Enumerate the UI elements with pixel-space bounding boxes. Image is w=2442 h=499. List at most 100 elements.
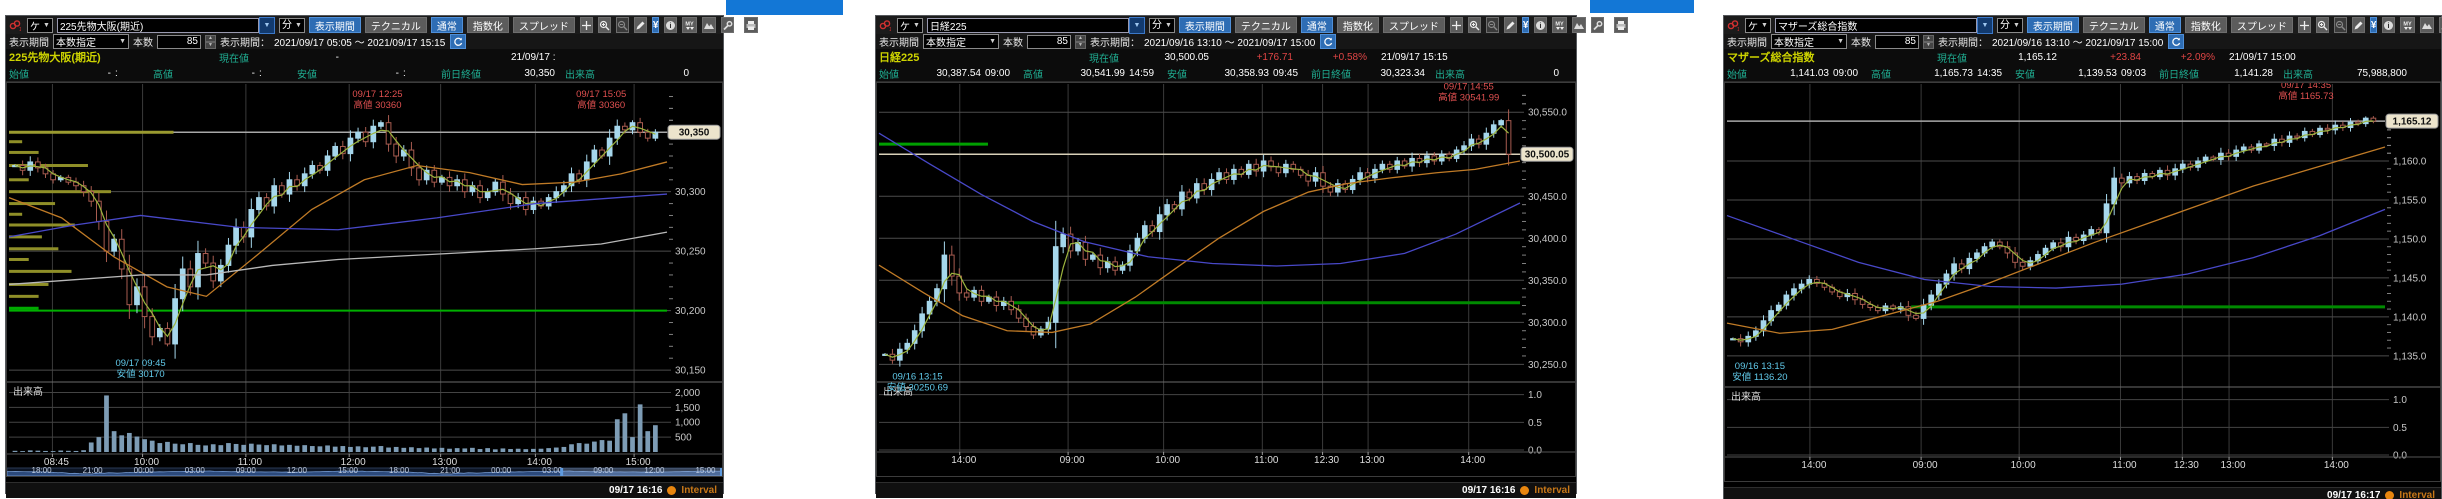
chart-window-2[interactable]: 1 マーケット▼ マザーズ総合指数 ▼ 5分足▼ 表示期間 テクニカル 通常 指… [1723, 15, 2442, 499]
low-value: 1,139.53 [2039, 68, 2117, 79]
volume-value: 0 [599, 68, 689, 79]
step-up-icon[interactable]: ▲ [205, 35, 216, 42]
chart-canvas[interactable]: 30,15030,20030,25030,30030,3505001,0001,… [6, 82, 723, 477]
count-input[interactable]: 85 [1027, 35, 1071, 49]
wrench-icon[interactable] [721, 17, 734, 33]
chart-area[interactable]: 1,135.01,140.01,145.01,150.01,155.01,160… [1724, 82, 2441, 487]
symbol-dropdown-button[interactable]: ▼ [1129, 17, 1145, 34]
background-window-fragment[interactable] [726, 0, 843, 15]
market-select[interactable]: マーケット▼ [27, 18, 53, 33]
yen-display-icon[interactable]: ¥ [652, 17, 660, 33]
spread-mode-button[interactable]: スプレッド [513, 17, 575, 33]
yen-display-icon[interactable]: ¥ [1522, 17, 1530, 33]
symbol-select[interactable]: マザーズ総合指数 [1775, 18, 1977, 33]
crosshair-icon[interactable] [2298, 17, 2311, 33]
normal-mode-button[interactable]: 通常 [2149, 17, 2181, 33]
indexed-mode-button[interactable]: 指数化 [467, 17, 509, 33]
normal-mode-button[interactable]: 通常 [1301, 17, 1333, 33]
chart-window-1[interactable]: 1 マーケット▼ 日経225 ▼ 5分足▼ 表示期間 テクニカル 通常 指数化 … [875, 15, 1577, 494]
technical-button[interactable]: テクニカル [2083, 17, 2145, 33]
interval-select[interactable]: 5分足▼ [1149, 18, 1175, 33]
symbol-dropdown-button[interactable]: ▼ [259, 17, 275, 34]
technical-button[interactable]: テクニカル [365, 17, 427, 33]
crosshair-icon[interactable] [1450, 17, 1463, 33]
period-label: 表示期間： [1938, 34, 1988, 49]
normal-mode-button[interactable]: 通常 [431, 17, 463, 33]
crosshair-icon[interactable] [580, 17, 593, 33]
reload-period-icon[interactable] [450, 34, 466, 49]
chart-window-0[interactable]: 1 マーケット▼ 225先物大阪(期近) ▼ 5分足▼ 表示期間 テクニカル 通… [5, 15, 724, 494]
step-up-icon[interactable]: ▲ [1075, 35, 1086, 42]
chart-canvas[interactable]: 30,250.030,300.030,350.030,400.030,450.0… [876, 82, 1576, 477]
draw-pencil-icon[interactable] [634, 17, 647, 33]
step-up-icon[interactable]: ▲ [1923, 35, 1934, 42]
display-period-button[interactable]: 表示期間 [1179, 17, 1231, 33]
chart-image-icon[interactable] [2420, 17, 2434, 33]
link-group-icon[interactable]: 1 [9, 19, 21, 31]
reload-period-icon[interactable] [2168, 34, 2184, 49]
technical-button[interactable]: テクニカル [1235, 17, 1297, 33]
count-input[interactable]: 85 [1875, 35, 1919, 49]
step-down-icon[interactable]: ▼ [1923, 42, 1934, 49]
period-value: 2021/09/16 13:10 ～ 2021/09/17 15:00 [1144, 34, 1315, 49]
print-icon[interactable] [744, 17, 758, 33]
reload-period-icon[interactable] [1320, 34, 1336, 49]
indexed-mode-button[interactable]: 指数化 [2185, 17, 2227, 33]
link-group-icon[interactable]: 1 [1727, 19, 1739, 31]
svg-text:10:00: 10:00 [1155, 455, 1180, 466]
interval-select[interactable]: 5分足▼ [1997, 18, 2023, 33]
zoom-out-icon[interactable] [2334, 17, 2347, 33]
info-icon[interactable]: i [2382, 17, 2395, 33]
info-icon[interactable]: i [1534, 17, 1547, 33]
count-stepper[interactable]: ▲▼ [205, 35, 216, 49]
draw-pencil-icon[interactable] [2352, 17, 2365, 33]
display-period-button[interactable]: 表示期間 [309, 17, 361, 33]
link-group-icon[interactable]: 1 [879, 19, 891, 31]
wrench-icon[interactable] [1591, 17, 1604, 33]
market-select[interactable]: マーケット▼ [897, 18, 923, 33]
volume-label: 出来高 [565, 66, 595, 81]
draw-pencil-icon[interactable] [1504, 17, 1517, 33]
step-down-icon[interactable]: ▼ [205, 42, 216, 49]
zoom-in-icon[interactable] [2316, 17, 2329, 33]
current-price-value: 1,165.12 [1971, 52, 2057, 63]
print-icon[interactable] [1614, 17, 1628, 33]
count-mode-select[interactable]: 本数指定▼ [1771, 34, 1847, 49]
chart-image-icon[interactable] [1572, 17, 1586, 33]
navigator-handle-left[interactable] [560, 468, 563, 476]
yen-display-icon[interactable]: ¥ [2370, 17, 2378, 33]
my-settings-icon[interactable]: MY [1552, 17, 1567, 33]
svg-text:30,350: 30,350 [679, 128, 710, 139]
zoom-out-icon[interactable] [1486, 17, 1499, 33]
zoom-in-icon[interactable] [598, 17, 611, 33]
chart-canvas[interactable]: 1,135.01,140.01,145.01,150.01,155.01,160… [1724, 82, 2441, 482]
market-select[interactable]: マーケット▼ [1745, 18, 1771, 33]
count-stepper[interactable]: ▲▼ [1923, 35, 1934, 49]
chart-toolbar: 1 マーケット▼ 225先物大阪(期近) ▼ 5分足▼ 表示期間 テクニカル 通… [6, 16, 723, 34]
chart-area[interactable]: 30,250.030,300.030,350.030,400.030,450.0… [876, 82, 1576, 482]
symbol-select[interactable]: 日経225 [927, 18, 1129, 33]
chart-area[interactable]: 30,15030,20030,25030,30030,3505001,0001,… [6, 82, 723, 482]
step-down-icon[interactable]: ▼ [1075, 42, 1086, 49]
indexed-mode-button[interactable]: 指数化 [1337, 17, 1379, 33]
interval-indicator-icon [2385, 491, 2394, 499]
symbol-select[interactable]: 225先物大阪(期近) [57, 18, 259, 33]
display-period-button[interactable]: 表示期間 [2027, 17, 2079, 33]
count-stepper[interactable]: ▲▼ [1075, 35, 1086, 49]
my-settings-icon[interactable]: MY [2400, 17, 2415, 33]
count-mode-select[interactable]: 本数指定▼ [923, 34, 999, 49]
interval-select[interactable]: 5分足▼ [279, 18, 305, 33]
count-input[interactable]: 85 [157, 35, 201, 49]
zoom-out-icon[interactable] [616, 17, 629, 33]
spread-mode-button[interactable]: スプレッド [2231, 17, 2293, 33]
background-window-fragment[interactable] [1590, 0, 1694, 13]
count-mode-select[interactable]: 本数指定▼ [53, 34, 129, 49]
high-label: 高値 [1023, 66, 1043, 81]
spread-mode-button[interactable]: スプレッド [1383, 17, 1445, 33]
ohlc-row: 始値 1,141.03 09:00 高値 1,165.73 14:35 安値 1… [1724, 65, 2441, 82]
chart-image-icon[interactable] [702, 17, 716, 33]
symbol-dropdown-button[interactable]: ▼ [1977, 17, 1993, 34]
zoom-in-icon[interactable] [1468, 17, 1481, 33]
my-settings-icon[interactable]: MY [682, 17, 697, 33]
info-icon[interactable]: i [664, 17, 677, 33]
